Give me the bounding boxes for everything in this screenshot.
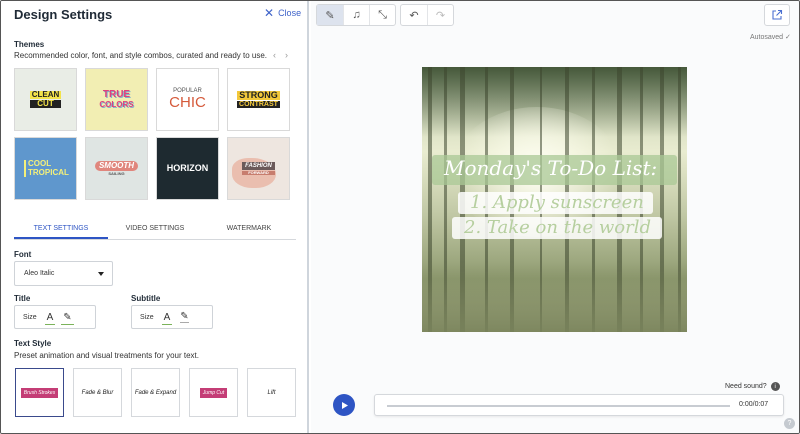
play-button[interactable] [333, 394, 355, 416]
design-settings-panel: Design Settings ✕ Close Themes Recommend… [1, 1, 309, 433]
style-lift[interactable]: Lift [247, 368, 296, 417]
title-label: Title [14, 294, 31, 303]
share-button[interactable] [764, 4, 790, 26]
subtitle-controls: Size A ✎ [131, 305, 213, 329]
theme-clean-cut[interactable]: CLEAN CUT [14, 68, 77, 131]
preview-title: Monday's To-Do List: [444, 156, 658, 180]
panel-title: Design Settings [14, 7, 113, 22]
theme-line2: SAILING [108, 171, 125, 177]
font-select[interactable]: Aleo Italic [14, 261, 113, 286]
subtitle-size-label[interactable]: Size [140, 314, 154, 321]
theme-horizon[interactable]: HORIZON [156, 137, 219, 200]
workspace: ✎ ♫ ⤡ ↶ ↷ Autosaved ✓ Monday's To-Do Lis… [311, 1, 799, 433]
chevron-left-icon[interactable]: ‹ [273, 50, 276, 60]
subtitle-label: Subtitle [131, 294, 161, 303]
style-brush-strokes[interactable]: Brush Strokes [15, 368, 64, 417]
timecode: 0:00/0:07 [739, 401, 769, 408]
caret-down-icon [98, 272, 104, 276]
themes-nav: ‹ › [273, 50, 288, 60]
theme-line2: CHIC [169, 93, 206, 111]
font-label: Font [14, 250, 32, 259]
style-fade-blur[interactable]: Fade & Blur [73, 368, 122, 417]
need-sound: Need sound? i [725, 382, 780, 391]
close-icon: ✕ [264, 6, 275, 20]
tool-group-history: ↶ ↷ [400, 4, 454, 26]
theme-line2: COLORS [99, 99, 134, 109]
theme-line1: CLEAN [29, 89, 62, 99]
progress-track[interactable] [387, 405, 730, 407]
themes-title: Themes [14, 40, 45, 49]
resize-icon[interactable]: ⤡ [369, 5, 395, 25]
theme-true-colors[interactable]: TRUE COLORS [85, 68, 148, 131]
title-size-label[interactable]: Size [23, 314, 37, 321]
theme-popular-chic[interactable]: POPULAR CHIC [156, 68, 219, 131]
theme-line1: STRONG [237, 90, 280, 101]
style-label: Lift [267, 389, 276, 396]
need-sound-label: Need sound? [725, 383, 767, 390]
font-value: Aleo Italic [24, 270, 55, 277]
style-jump-cut[interactable]: Jump Cut [189, 368, 238, 417]
text-style-title: Text Style [14, 339, 52, 348]
tab-video-settings[interactable]: VIDEO SETTINGS [108, 220, 202, 239]
autosaved-status: Autosaved ✓ [750, 34, 791, 41]
tool-group-edit: ✎ ♫ ⤡ [316, 4, 396, 26]
theme-line1: TRUE [102, 89, 131, 101]
title-controls: Size A ✎ [14, 305, 96, 329]
tab-text-settings[interactable]: TEXT SETTINGS [14, 220, 108, 239]
style-label: Jump Cut [199, 387, 228, 398]
info-icon[interactable]: i [770, 382, 780, 391]
help-icon[interactable]: ? [784, 418, 795, 429]
settings-tabs: TEXT SETTINGS VIDEO SETTINGS WATERMARK [14, 220, 296, 240]
text-color-icon[interactable]: A [161, 312, 172, 325]
tab-watermark[interactable]: WATERMARK [202, 220, 296, 239]
undo-icon[interactable]: ↶ [401, 5, 427, 25]
theme-line1: HORIZON [166, 162, 209, 173]
style-label: Brush Strokes [20, 387, 59, 398]
play-icon [341, 401, 348, 409]
share-external-icon [772, 9, 783, 20]
text-color-icon[interactable]: A [44, 312, 55, 325]
theme-line1: FASHION [242, 161, 275, 171]
text-style-description: Preset animation and visual treatments f… [14, 351, 199, 360]
design-pencil-icon[interactable]: ✎ [317, 5, 343, 25]
editor-toolbar: ✎ ♫ ⤡ ↶ ↷ [316, 4, 454, 26]
theme-line1: SMOOTH [94, 160, 139, 172]
theme-line2: FORWARD [242, 170, 275, 176]
theme-strong-contrast[interactable]: STRONG CONTRAST [227, 68, 290, 131]
highlight-pen-icon[interactable]: ✎ [180, 311, 189, 323]
preview-ground [422, 262, 687, 332]
video-preview[interactable]: Monday's To-Do List: 1. Apply sunscreen … [422, 67, 687, 332]
music-note-icon[interactable]: ♫ [343, 5, 369, 25]
theme-line2: CONTRAST [237, 101, 280, 109]
themes-description: Recommended color, font, and style combo… [14, 51, 268, 60]
theme-smooth-sailing[interactable]: SMOOTH SAILING [85, 137, 148, 200]
close-label: Close [278, 8, 302, 18]
preview-line1: 1. Apply sunscreen [470, 192, 644, 213]
preview-line2: 2. Take on the world [464, 217, 651, 238]
theme-line2: CUT [29, 99, 62, 109]
chevron-right-icon[interactable]: › [285, 50, 288, 60]
style-fade-expand[interactable]: Fade & Expand [131, 368, 180, 417]
theme-fashion-forward[interactable]: FASHION FORWARD [227, 137, 290, 200]
theme-cool-tropical[interactable]: COOL TROPICAL [14, 137, 77, 200]
redo-icon[interactable]: ↷ [427, 5, 453, 25]
close-button[interactable]: ✕ Close [264, 7, 301, 19]
app-window: Design Settings ✕ Close Themes Recommend… [0, 0, 800, 434]
style-label: Fade & Expand [134, 389, 177, 396]
playback-bar: 0:00/0:07 [374, 394, 784, 416]
theme-line2: TROPICAL [28, 167, 69, 177]
style-label: Fade & Blur [81, 389, 114, 396]
highlight-pen-icon[interactable]: ✎ [61, 312, 75, 325]
